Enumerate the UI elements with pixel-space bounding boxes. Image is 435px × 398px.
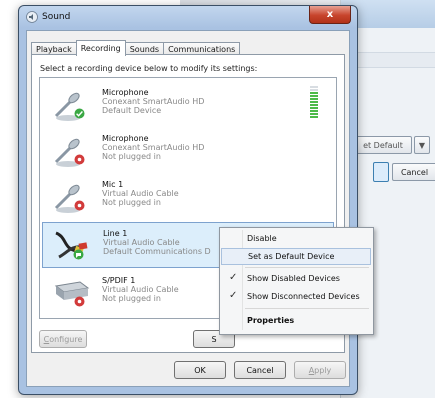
dialog-title: Sound (42, 12, 71, 22)
background-set-default-dropdown-icon[interactable]: ▼ (414, 136, 430, 154)
menu-item-label: Disable (247, 234, 277, 243)
device-name: Line 1 (103, 229, 128, 238)
microphone-icon (54, 138, 80, 167)
menu-item-properties[interactable]: Properties (221, 313, 371, 328)
background-focused-button[interactable] (373, 162, 389, 182)
menu-item-set-default-device[interactable]: Set as Default Device (221, 248, 371, 265)
device-name: Microphone (102, 134, 149, 143)
menu-separator (245, 267, 369, 268)
device-name: Mic 1 (102, 180, 124, 189)
background-cancel-button[interactable]: Cancel (392, 163, 435, 181)
device-name: S/PDIF 1 (102, 276, 136, 285)
context-menu: Disable Set as Default Device ✓ Show Dis… (219, 227, 374, 335)
check-icon: ✓ (229, 272, 238, 283)
list-item[interactable]: Microphone Conexant SmartAudio HD Not pl… (42, 128, 332, 172)
spdif-device-icon (54, 281, 90, 300)
device-status: Default Device (102, 106, 162, 115)
device-status: Not plugged in (102, 152, 161, 161)
menu-item-label: Show Disconnected Devices (247, 292, 360, 301)
device-driver: Virtual Audio Cable (102, 285, 179, 294)
configure-button[interactable]: Configure (39, 330, 87, 348)
device-name: Microphone (102, 88, 149, 97)
menu-item-disable[interactable]: Disable (221, 231, 371, 246)
tab-strip: Playback Recording Sounds Communications (31, 40, 241, 56)
tab-recording[interactable]: Recording (75, 40, 126, 56)
background-set-default-button[interactable]: et Default (354, 136, 412, 154)
menu-item-label: Show Disabled Devices (247, 274, 340, 283)
list-item[interactable]: Mic 1 Virtual Audio Cable Not plugged in (42, 174, 332, 218)
device-status: Default Communications D (103, 247, 211, 256)
unplugged-badge-icon (74, 296, 85, 307)
cancel-button[interactable]: Cancel (234, 361, 286, 379)
close-button[interactable]: x (309, 6, 351, 24)
sound-dialog: Sound x Playback Recording Sounds Commun… (18, 5, 358, 395)
microphone-icon (54, 92, 80, 121)
speaker-icon (26, 11, 38, 23)
device-driver: Virtual Audio Cable (102, 189, 179, 198)
apply-button[interactable]: Apply (294, 361, 346, 379)
device-status: Not plugged in (102, 198, 161, 207)
device-driver: Conexant SmartAudio HD (102, 143, 205, 152)
unplugged-badge-icon (74, 154, 85, 165)
menu-item-show-disconnected[interactable]: ✓ Show Disconnected Devices (221, 289, 371, 304)
instruction-text: Select a recording device below to modif… (40, 64, 258, 73)
communications-badge-icon (73, 249, 84, 260)
default-device-badge-icon (74, 108, 85, 119)
device-driver: Conexant SmartAudio HD (102, 97, 205, 106)
menu-item-show-disabled[interactable]: ✓ Show Disabled Devices (221, 271, 371, 286)
menu-item-label: Set as Default Device (248, 252, 335, 261)
unplugged-badge-icon (74, 200, 85, 211)
menu-item-label: Properties (247, 316, 295, 325)
device-status: Not plugged in (102, 294, 161, 303)
device-driver: Virtual Audio Cable (103, 238, 180, 247)
microphone-icon (54, 184, 80, 213)
check-icon: ✓ (229, 290, 238, 301)
list-item[interactable]: Microphone Conexant SmartAudio HD Defaul… (42, 82, 332, 126)
ok-button[interactable]: OK (174, 361, 226, 379)
menu-separator (245, 308, 369, 309)
level-meter (310, 86, 318, 120)
